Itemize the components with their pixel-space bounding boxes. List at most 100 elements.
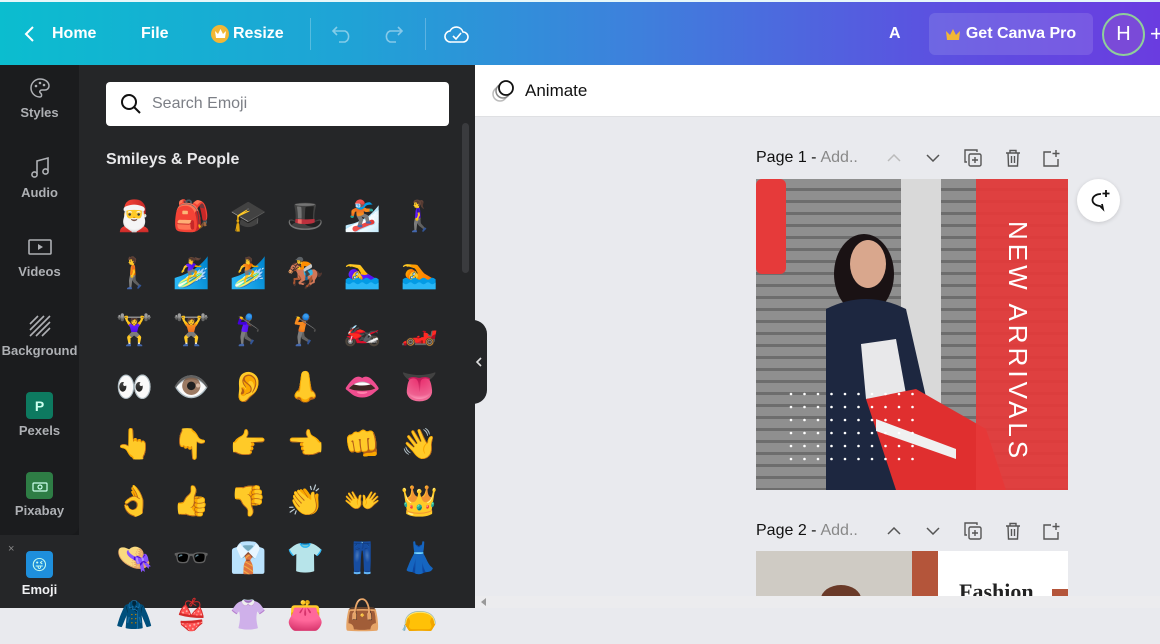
emoji-item[interactable]: 🏎️ [391,302,448,359]
emoji-item[interactable]: 🚶 [106,245,163,302]
pattern-dot [897,457,901,461]
emoji-item[interactable]: 👏 [277,473,334,530]
rail-item-audio[interactable]: Audio [0,145,79,209]
rail-item-emoji[interactable]: 😜 Emoji [0,542,79,606]
page-2-title: Page 2 - [756,522,817,539]
add-comment-button[interactable] [1077,179,1120,222]
emoji-item[interactable]: 🎒 [163,188,220,245]
emoji-item[interactable]: 👇 [163,416,220,473]
panel-scrollbar[interactable] [462,123,469,273]
emoji-item[interactable]: 👄 [334,359,391,416]
horizontal-scrollbar[interactable] [475,596,1160,608]
emoji-item[interactable]: 👙 [163,587,220,644]
emoji-item[interactable]: 🏋️ [163,302,220,359]
emoji-item[interactable]: 👁️ [163,359,220,416]
duplicate-page-button[interactable] [962,520,984,542]
pattern-dot [911,392,914,396]
emoji-item[interactable]: 🏋️‍♀️ [106,302,163,359]
emoji-item[interactable]: 👕 [277,530,334,587]
emoji-item[interactable]: 🎅 [106,188,163,245]
search-box[interactable] [106,82,449,126]
user-avatar[interactable]: H [1102,13,1145,56]
page-1-title-input[interactable]: Add.. [820,149,857,167]
redo-button[interactable] [382,2,404,65]
move-page-up-button[interactable] [883,520,905,542]
emoji-item[interactable]: 🏄‍♀️ [163,245,220,302]
emoji-item[interactable]: 👍 [163,473,220,530]
search-emoji-input[interactable] [152,95,432,113]
move-page-up-button[interactable] [883,147,905,169]
emoji-item[interactable]: 👖 [334,530,391,587]
pattern-dot [803,405,806,409]
rail-item-pexels[interactable]: P Pexels [0,383,79,447]
emoji-item[interactable]: 👗 [391,530,448,587]
emoji-item[interactable]: 👅 [391,359,448,416]
animate-button[interactable]: Animate [491,79,587,103]
emoji-item[interactable]: 👎 [220,473,277,530]
rail-item-background[interactable]: Background [0,303,79,367]
emoji-item[interactable]: 🏊‍♀️ [334,245,391,302]
emoji-item[interactable]: 👛 [277,587,334,644]
emoji-item[interactable]: 🏄 [220,245,277,302]
page-1-design[interactable]: NEW ARRIVALS [756,179,1068,490]
rail-label: Background [1,342,78,358]
emoji-item[interactable]: 🕶️ [163,530,220,587]
pattern-dot [870,457,874,461]
emoji-item[interactable]: 🏍️ [334,302,391,359]
top-bar: Home File Resize A Get Canva Pro H + [0,0,1160,65]
account-initial[interactable]: A [889,2,901,65]
emoji-item[interactable]: 🏇 [277,245,334,302]
page-2-title-input[interactable]: Add.. [820,522,857,540]
emoji-item[interactable]: 👜 [334,587,391,644]
emoji-item[interactable]: 👂 [220,359,277,416]
home-button[interactable]: Home [22,2,96,65]
emoji-item[interactable]: 👊 [334,416,391,473]
duplicate-icon [964,522,982,540]
emoji-item[interactable]: 👐 [334,473,391,530]
add-page-button[interactable] [1041,520,1063,542]
emoji-item[interactable]: 👆 [106,416,163,473]
rail-item-styles[interactable]: Styles [0,65,79,129]
collapse-panel-button[interactable] [470,320,487,404]
pattern-dot [884,418,887,422]
emoji-item[interactable]: 🎩 [277,188,334,245]
delete-page-button[interactable] [1002,147,1024,169]
resize-button[interactable]: Resize [211,2,284,65]
move-page-down-button[interactable] [922,147,944,169]
emoji-item[interactable]: 👋 [391,416,448,473]
emoji-item[interactable]: 🧥 [106,587,163,644]
rail-item-pixabay[interactable]: Pixabay [0,463,79,527]
emoji-item[interactable]: 👃 [277,359,334,416]
emoji-item[interactable]: 👈 [277,416,334,473]
emoji-item[interactable]: 👒 [106,530,163,587]
emoji-item[interactable]: 👉 [220,416,277,473]
emoji-item[interactable]: 👔 [220,530,277,587]
emoji-item[interactable]: 🏊 [391,245,448,302]
emoji-item[interactable]: 🏌️‍♀️ [220,302,277,359]
cloud-save-button[interactable] [444,2,470,65]
file-menu-button[interactable]: File [141,2,169,65]
emoji-item[interactable]: 🚶‍♀️ [391,188,448,245]
pattern-dot [870,444,874,448]
share-plus-icon[interactable]: + [1150,2,1160,65]
undo-button[interactable] [331,2,353,65]
emoji-item[interactable]: 👑 [391,473,448,530]
emoji-item[interactable]: 🏂 [334,188,391,245]
emoji-item[interactable]: 👝 [391,587,448,644]
pexels-icon: P [26,392,53,419]
emoji-item[interactable]: 🎓 [220,188,277,245]
add-page-button[interactable] [1041,147,1063,169]
scroll-left-icon[interactable] [480,598,488,606]
move-page-down-button[interactable] [922,520,944,542]
emoji-item[interactable]: 👌 [106,473,163,530]
get-canva-pro-button[interactable]: Get Canva Pro [929,13,1093,55]
emoji-item[interactable]: 👚 [220,587,277,644]
rust-bar [912,551,938,596]
duplicate-page-button[interactable] [962,147,984,169]
page-2-design[interactable]: Fashion [756,551,1068,596]
delete-page-button[interactable] [1002,520,1024,542]
pattern-dot [870,392,874,396]
emoji-item[interactable]: 👀 [106,359,163,416]
rail-item-videos[interactable]: Videos [0,224,79,288]
emoji-item[interactable]: 🏌️ [277,302,334,359]
